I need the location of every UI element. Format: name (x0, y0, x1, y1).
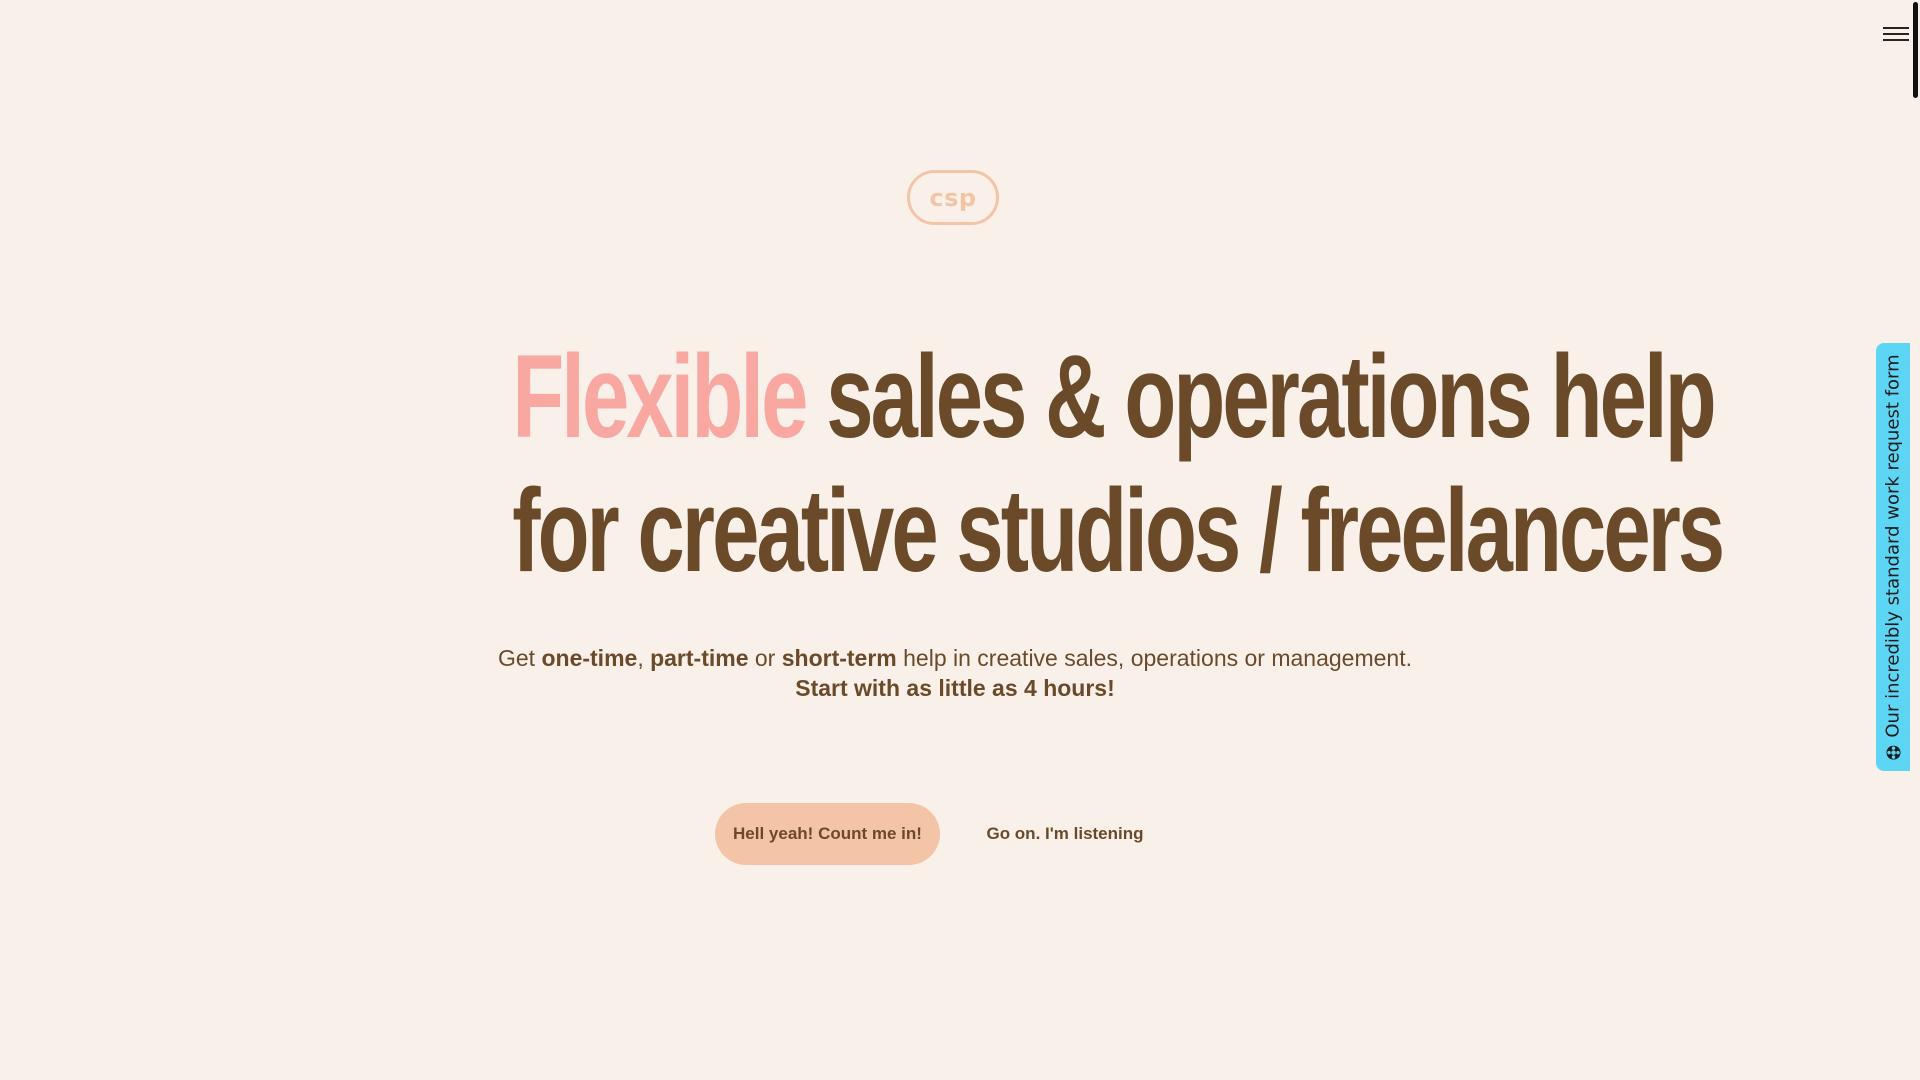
subheading-line-2: Start with as little as 4 hours! (795, 675, 1115, 701)
subheading-prefix: Get (498, 645, 542, 671)
flower-icon (1886, 745, 1900, 760)
side-tab-content: Our incredibly standard work request for… (1882, 354, 1904, 760)
hero-subheading: Get one-time, part-time or short-term he… (360, 643, 1550, 703)
im-listening-link[interactable]: Go on. I'm listening (975, 803, 1155, 865)
menu-bar-top (1883, 27, 1909, 29)
page: csp Flexible sales & operations help for… (0, 0, 1920, 1080)
headline-line-2: for creative studios / freelancers (512, 465, 1725, 597)
subheading-short-term: short-term (781, 645, 897, 671)
logo[interactable]: csp (907, 170, 999, 225)
work-request-form-tab[interactable]: Our incredibly standard work request for… (1876, 343, 1910, 771)
count-me-in-button[interactable]: Hell yeah! Count me in! (715, 803, 940, 865)
headline-line-1-rest: sales & operations help (826, 331, 1716, 463)
page-scrollbar[interactable] (1910, 0, 1920, 1080)
subheading-line-1: Get one-time, part-time or short-term he… (360, 643, 1550, 673)
headline-accent-word: Flexible (512, 331, 808, 463)
headline-line-1: Flexible sales & operations help (512, 330, 1716, 464)
subheading-suffix: help in creative sales, operations or ma… (896, 645, 1412, 671)
menu-bar-middle (1883, 33, 1909, 35)
subheading-sep-1: , (637, 645, 651, 671)
hamburger-menu-icon[interactable] (1883, 24, 1909, 46)
subheading-part-time: part-time (650, 645, 749, 671)
subheading-sep-2: or (748, 645, 782, 671)
menu-bar-bottom (1883, 39, 1909, 41)
hero-headline: Flexible sales & operations help for cre… (512, 330, 1725, 598)
subheading-one-time: one-time (541, 645, 638, 671)
scrollbar-thumb[interactable] (1913, 2, 1918, 98)
side-tab-label: Our incredibly standard work request for… (1882, 354, 1904, 738)
